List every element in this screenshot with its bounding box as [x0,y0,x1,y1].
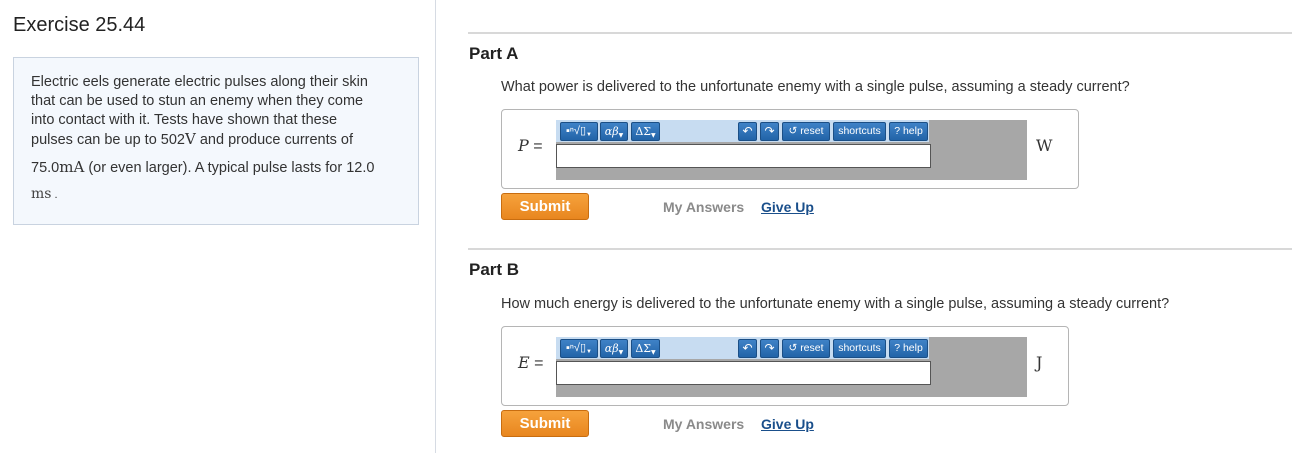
part-a-my-answers-link[interactable]: My Answers [663,199,744,215]
part-b-divider [468,248,1292,250]
redo-button[interactable]: ↷ [760,339,779,358]
undo-icon: ↶ [742,124,753,138]
symbols-icon: ΔΣ [635,342,652,355]
part-a-toolbar: ▪ⁿ√▯▼ αβ▼ ΔΣ▼ ↶ ↷ ↺ reset shortcuts ? he… [556,120,929,142]
undo-button[interactable]: ↶ [738,339,757,358]
shortcuts-button[interactable]: shortcuts [833,339,886,358]
problem-panel: Exercise 25.44 Electric eels generate el… [0,0,436,453]
part-b-answer-box: E = ▪ⁿ√▯▼ αβ▼ ΔΣ▼ ↶ ↷ ↺ reset shortcuts … [501,326,1069,406]
problem-line-2: that can be used to stun an enemy when t… [31,93,364,109]
template-icon: ▪ⁿ√▯ [566,342,587,354]
problem-line-5-post: (or even larger). A typical pulse lasts … [84,160,375,176]
reset-button[interactable]: ↺ reset [782,339,830,358]
part-b-equals: = [529,355,544,372]
part-b-answer-input[interactable] [556,361,931,385]
part-b-submit-button[interactable]: Submit [501,410,589,437]
time-post: . [51,189,58,201]
current-value: 75.0 [31,160,60,176]
problem-statement: Electric eels generate electric pulses a… [13,57,419,225]
shortcuts-button[interactable]: shortcuts [833,122,886,141]
redo-icon: ↷ [764,124,775,138]
part-b-variable-label: E = [518,353,543,373]
greek-icon: αβ [604,125,619,138]
problem-line-4-post: and produce currents of [195,132,354,148]
part-a-question: What power is delivered to the unfortuna… [501,79,1130,95]
part-a-answer-input[interactable] [556,144,931,168]
part-a-title: Part A [469,44,519,63]
part-a-give-up-link[interactable]: Give Up [761,199,814,215]
part-a-divider [468,32,1292,34]
chevron-down-icon: ▼ [651,132,656,139]
part-a-variable: P [518,136,529,155]
reset-icon: ↺ [788,125,798,137]
symbols-button[interactable]: ΔΣ▼ [631,339,660,358]
voltage-value: 502 [160,132,185,148]
symbols-icon: ΔΣ [635,125,652,138]
part-a-answer-box: P = ▪ⁿ√▯▼ αβ▼ ΔΣ▼ ↶ ↷ ↺ reset shortcuts … [501,109,1079,189]
part-a-math-editor: ▪ⁿ√▯▼ αβ▼ ΔΣ▼ ↶ ↷ ↺ reset shortcuts ? he… [556,120,1027,180]
reset-label: reset [800,342,824,354]
part-a-submit-button[interactable]: Submit [501,193,589,220]
part-b-math-editor: ▪ⁿ√▯▼ αβ▼ ΔΣ▼ ↶ ↷ ↺ reset shortcuts ? he… [556,337,1027,397]
greek-button[interactable]: αβ▼ [600,339,628,358]
chevron-down-icon: ▼ [586,132,592,138]
help-label: help [902,342,923,354]
reset-button[interactable]: ↺ reset [782,122,830,141]
redo-icon: ↷ [764,341,775,355]
chevron-down-icon: ▼ [618,349,624,356]
reset-icon: ↺ [788,342,798,354]
template-button[interactable]: ▪ⁿ√▯▼ [560,339,598,358]
answer-panel: Part A What power is delivered to the un… [437,0,1292,453]
redo-button[interactable]: ↷ [760,122,779,141]
current-unit: mA [59,158,85,176]
part-a-unit: W [1036,136,1053,155]
problem-line-4: pulses can be up to 502V and produce cur… [31,130,402,150]
help-button[interactable]: ? help [889,339,928,358]
part-b-question: How much energy is delivered to the unfo… [501,296,1170,312]
template-icon: ▪ⁿ√▯ [566,125,587,137]
chevron-down-icon: ▼ [618,132,624,139]
part-a-equals: = [528,138,543,155]
problem-line-4-pre: pulses can be up to [31,132,161,148]
template-button[interactable]: ▪ⁿ√▯▼ [560,122,598,141]
time-unit: ms [31,186,52,202]
greek-icon: αβ [604,342,619,355]
voltage-unit: V [185,130,196,148]
problem-line-6: ms . [31,181,402,208]
help-icon: ? [894,125,901,137]
reset-label: reset [800,125,824,137]
part-b-toolbar: ▪ⁿ√▯▼ αβ▼ ΔΣ▼ ↶ ↷ ↺ reset shortcuts ? he… [556,337,929,359]
undo-button[interactable]: ↶ [738,122,757,141]
help-icon: ? [894,342,901,354]
help-button[interactable]: ? help [889,122,928,141]
chevron-down-icon: ▼ [586,349,592,355]
part-b-give-up-link[interactable]: Give Up [761,416,814,432]
part-b-my-answers-link[interactable]: My Answers [663,416,744,432]
problem-line-3: into contact with it. Tests have shown t… [31,112,338,128]
symbols-button[interactable]: ΔΣ▼ [631,122,660,141]
exercise-title: Exercise 25.44 [13,14,146,36]
problem-line-1: Electric eels generate electric pulses a… [31,74,368,90]
part-b-title: Part B [469,260,520,279]
undo-icon: ↶ [742,341,753,355]
help-label: help [902,125,923,137]
part-b-unit: J [1036,353,1043,372]
part-a-variable-label: P = [518,136,543,156]
problem-line-5: 75.0mA (or even larger). A typical pulse… [31,154,402,181]
greek-button[interactable]: αβ▼ [600,122,628,141]
chevron-down-icon: ▼ [651,349,656,356]
part-b-variable: E [518,353,530,372]
